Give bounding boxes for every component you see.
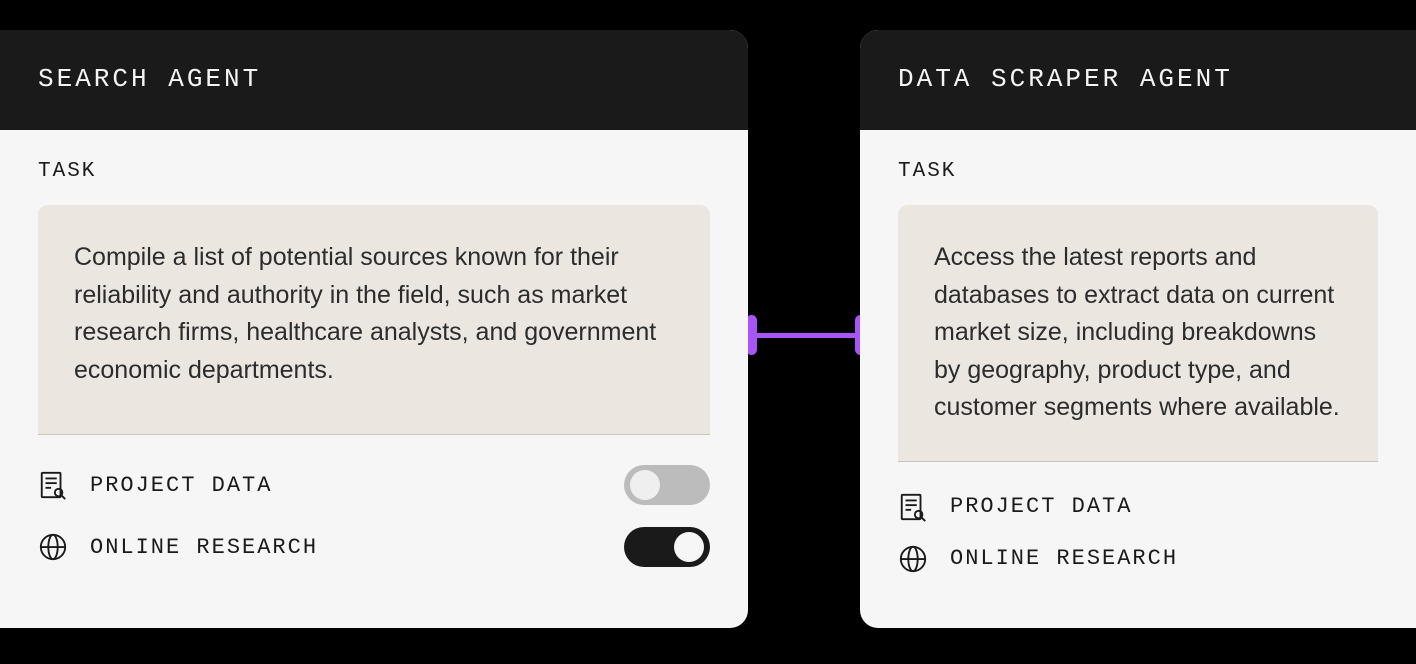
agent-card-title: DATA SCRAPER AGENT — [860, 30, 1416, 130]
option-project-data: PROJECT DATA — [898, 492, 1378, 522]
agent-options: PROJECT DATA ONLINE RESEARCH — [38, 465, 710, 567]
agent-options: PROJECT DATA ONLINE RESEARCH — [898, 492, 1378, 574]
agent-card-body: TASK Compile a list of potential sources… — [0, 130, 748, 595]
toggle-knob — [630, 470, 660, 500]
toggle-knob — [674, 532, 704, 562]
task-label: TASK — [898, 160, 1378, 183]
option-online-research: ONLINE RESEARCH — [38, 527, 710, 567]
globe-icon — [898, 544, 928, 574]
agent-card-search: SEARCH AGENT TASK Compile a list of pote… — [0, 30, 748, 628]
toggle-project-data[interactable] — [624, 465, 710, 505]
option-label: PROJECT DATA — [950, 494, 1378, 519]
task-label: TASK — [38, 160, 710, 183]
option-online-research: ONLINE RESEARCH — [898, 544, 1378, 574]
task-description: Compile a list of potential sources know… — [38, 205, 710, 435]
globe-icon — [38, 532, 68, 562]
document-search-icon — [38, 470, 68, 500]
agent-card-body: TASK Access the latest reports and datab… — [860, 130, 1416, 602]
option-label: ONLINE RESEARCH — [90, 535, 602, 560]
option-project-data: PROJECT DATA — [38, 465, 710, 505]
task-description: Access the latest reports and databases … — [898, 205, 1378, 462]
toggle-online-research[interactable] — [624, 527, 710, 567]
option-label: PROJECT DATA — [90, 473, 602, 498]
agent-card-data-scraper: DATA SCRAPER AGENT TASK Access the lates… — [860, 30, 1416, 628]
agent-connector — [746, 310, 866, 360]
connector-line — [757, 333, 855, 338]
option-label: ONLINE RESEARCH — [950, 546, 1378, 571]
agent-card-title: SEARCH AGENT — [0, 30, 748, 130]
document-search-icon — [898, 492, 928, 522]
